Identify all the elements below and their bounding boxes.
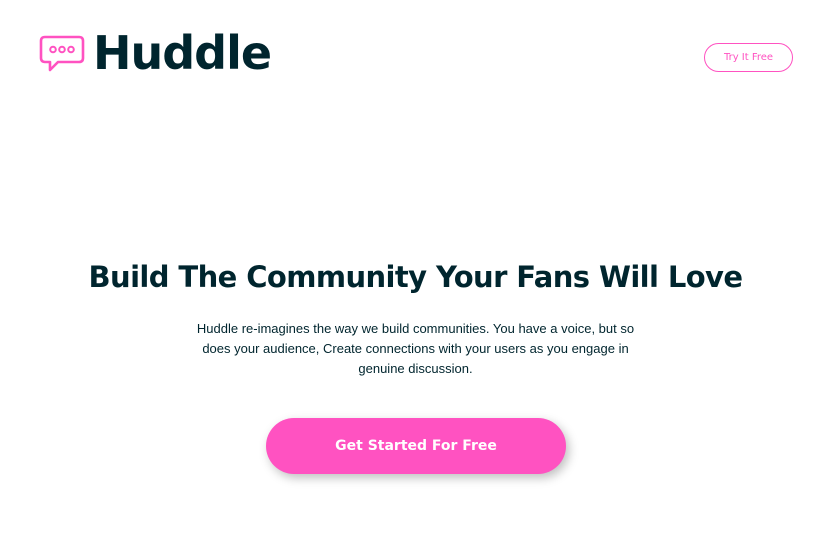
hero-title: Build The Community Your Fans Will Love — [88, 260, 743, 294]
logo[interactable]: Huddle — [38, 26, 272, 80]
chat-bubble-icon — [39, 35, 85, 72]
get-started-button[interactable]: Get Started For Free — [266, 418, 566, 474]
hero-description: Huddle re-imagines the way we build comm… — [196, 321, 635, 376]
try-it-free-button[interactable]: Try It Free — [704, 43, 793, 72]
logo-wordmark: Huddle — [93, 26, 272, 80]
site-header: Huddle Try It Free — [0, 0, 831, 110]
